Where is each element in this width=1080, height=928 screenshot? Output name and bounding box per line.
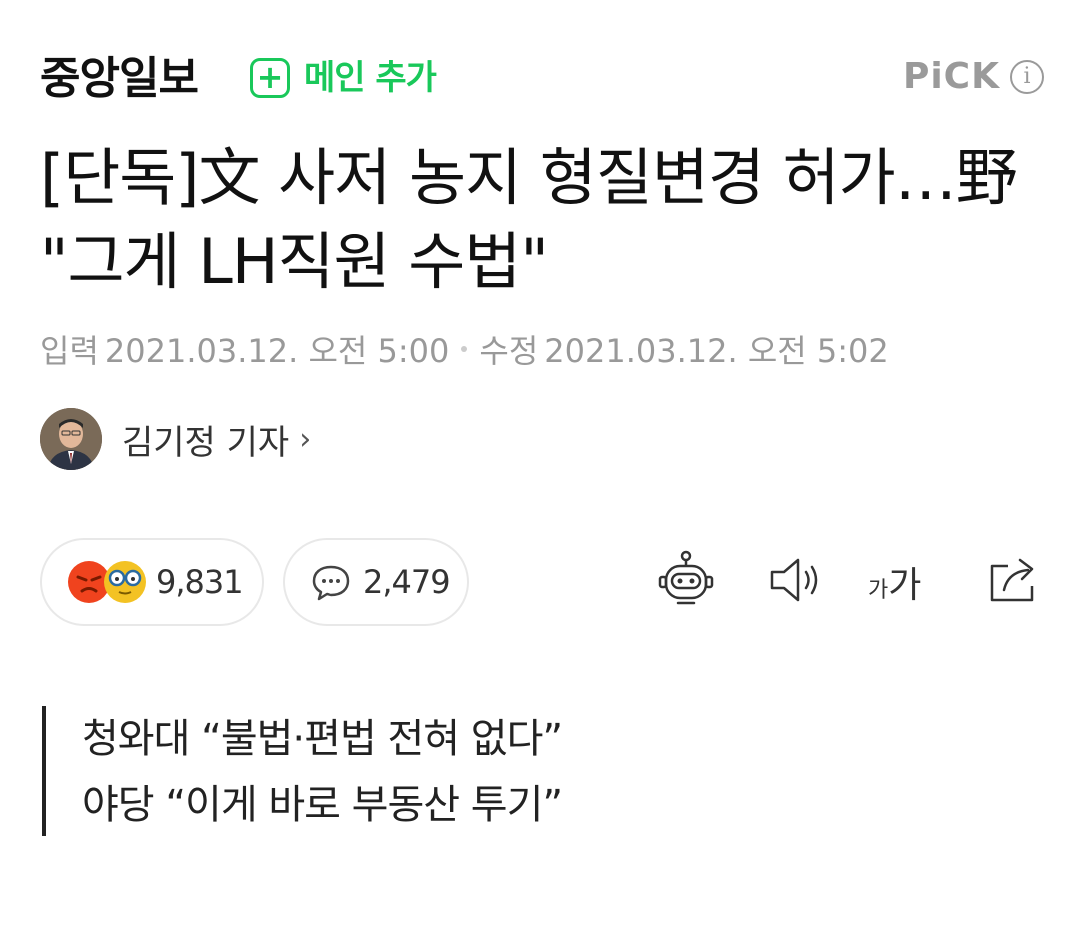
article-title: [단독]文 사저 농지 형질변경 허가…野 "그게 LH직원 수법"	[40, 141, 1018, 298]
pick-badge[interactable]: PiCK i	[903, 56, 1044, 97]
reporter-link[interactable]: 김기정 기자 ›	[40, 408, 311, 470]
speaker-icon[interactable]	[766, 548, 830, 612]
robot-summary-icon[interactable]	[654, 548, 718, 612]
font-size-small: 가	[868, 578, 889, 603]
font-size-big: 가	[888, 565, 922, 606]
published-date: 2021.03.12. 오전 5:00	[104, 332, 450, 370]
plus-icon: +	[250, 58, 290, 98]
separator-dot	[461, 346, 468, 352]
share-icon[interactable]	[982, 548, 1046, 612]
reporter-name: 김기정 기자	[122, 422, 290, 463]
article-page: 중앙일보 + 메인 추가 PiCK i [단독]文 사저 농지 형질변경 허가……	[0, 0, 1080, 928]
comment-bubble-icon	[311, 562, 351, 602]
modified-date: 2021.03.12. 오전 5:02	[544, 332, 889, 370]
comment-button[interactable]: 2,479	[283, 538, 469, 626]
published-label: 입력	[40, 332, 99, 370]
summary-line: 청와대 “불법·편법 전혀 없다”	[82, 716, 563, 762]
pick-label: PiCK	[902, 56, 1000, 97]
info-icon[interactable]: i	[1010, 59, 1044, 94]
reporter-avatar	[40, 408, 102, 470]
article-summary: 청와대 “불법·편법 전혀 없다” 야당 “이게 바로 부동산 투기”	[42, 706, 563, 836]
modified-label: 수정	[479, 332, 539, 370]
add-main-label: 메인 추가	[304, 58, 437, 98]
font-size-button[interactable]: 가가	[868, 556, 921, 608]
reaction-button[interactable]: 9,831	[40, 538, 264, 626]
glasses-emoji-icon	[104, 561, 146, 603]
chevron-right-icon: ›	[299, 421, 312, 457]
add-main-button[interactable]: + 메인 추가	[250, 58, 437, 98]
comment-count: 2,479	[363, 563, 451, 601]
reaction-count: 9,831	[156, 563, 244, 601]
summary-line: 야당 “이게 바로 부동산 투기”	[82, 782, 563, 828]
article-dates: 입력 2021.03.12. 오전 5:00 수정 2021.03.12. 오전…	[40, 326, 889, 372]
press-logo[interactable]: 중앙일보	[40, 54, 199, 104]
press-header: 중앙일보 + 메인 추가 PiCK i	[40, 52, 1044, 108]
